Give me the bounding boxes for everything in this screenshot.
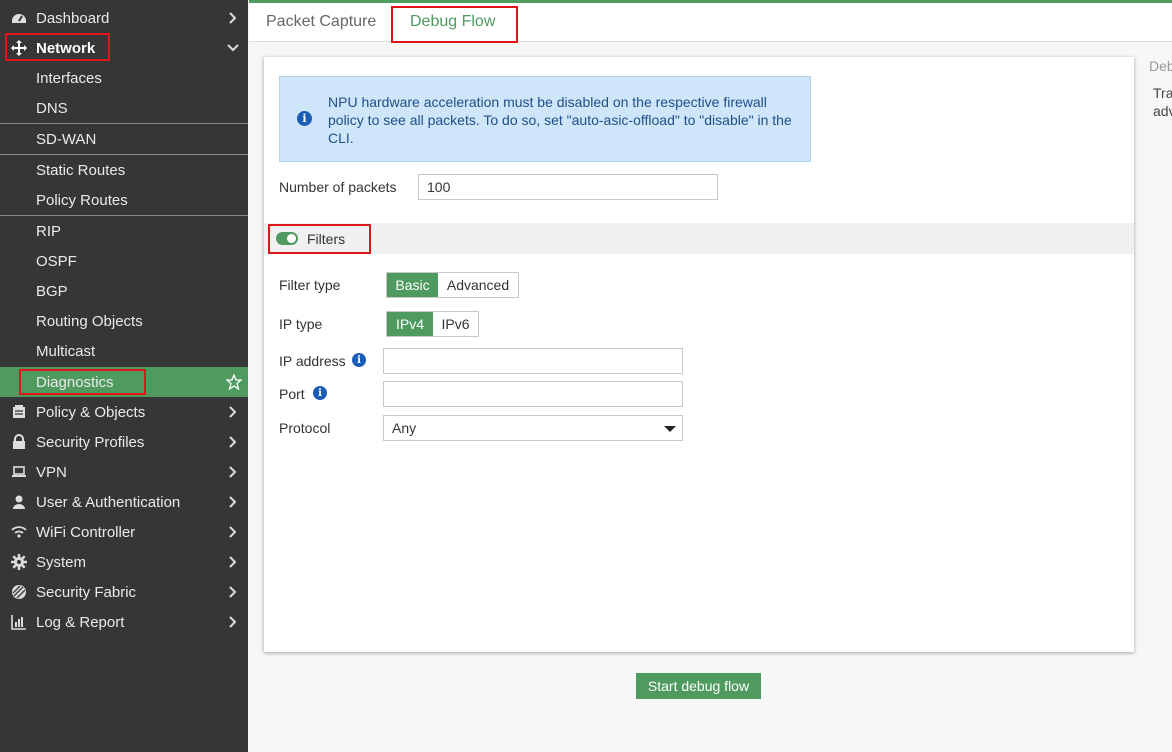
- tab-bar: Packet Capture Debug Flow: [249, 3, 1172, 42]
- filter-type-label: Filter type: [279, 277, 341, 293]
- nav-system-label: System: [36, 553, 87, 571]
- nav-dns-label: DNS: [36, 99, 68, 117]
- info-icon[interactable]: i: [313, 386, 327, 400]
- nav-user-authentication-label: User & Authentication: [36, 493, 181, 511]
- nav-sdwan[interactable]: SD-WAN: [0, 124, 248, 154]
- port-label: Port: [279, 386, 305, 402]
- filters-label: Filters: [307, 231, 346, 247]
- nav-log-report[interactable]: Log & Report: [0, 607, 248, 637]
- nav-dashboard[interactable]: Dashboard: [0, 3, 248, 33]
- chevron-right-icon: [229, 586, 237, 598]
- chevron-right-icon: [229, 12, 237, 24]
- number-of-packets-input[interactable]: 100: [418, 174, 718, 200]
- nav-diagnostics-label: Diagnostics: [36, 373, 114, 391]
- wifi-icon: [10, 523, 28, 541]
- nav-security-fabric-label: Security Fabric: [36, 583, 137, 601]
- nav-security-profiles[interactable]: Security Profiles: [0, 427, 248, 457]
- tab-debug-flow[interactable]: Debug Flow: [410, 3, 495, 41]
- chevron-right-icon: [229, 556, 237, 568]
- nav-sdwan-label: SD-WAN: [36, 130, 97, 148]
- start-debug-flow-button[interactable]: Start debug flow: [636, 673, 761, 699]
- nav-static-routes-label: Static Routes: [36, 161, 126, 179]
- nav-interfaces[interactable]: Interfaces: [0, 63, 248, 93]
- number-of-packets-label: Number of packets: [279, 179, 397, 195]
- port-input[interactable]: [383, 381, 683, 407]
- info-message-text: NPU hardware acceleration must be disabl…: [328, 94, 792, 146]
- chevron-right-icon: [229, 466, 237, 478]
- nav-routing-objects-label: Routing Objects: [36, 312, 143, 330]
- nav-log-report-label: Log & Report: [36, 613, 125, 631]
- nav-static-routes[interactable]: Static Routes: [0, 155, 248, 185]
- policy-icon: [10, 403, 28, 421]
- network-icon: [10, 39, 28, 57]
- nav-user-authentication[interactable]: User & Authentication: [0, 487, 248, 517]
- laptop-icon: [10, 463, 28, 481]
- debug-flow-panel: i NPU hardware acceleration must be disa…: [264, 57, 1134, 652]
- nav-dashboard-label: Dashboard: [36, 9, 110, 27]
- star-icon[interactable]: [226, 374, 242, 390]
- nav-multicast[interactable]: Multicast: [0, 336, 248, 366]
- ip-type-ipv4[interactable]: IPv4: [387, 312, 433, 336]
- nav-security-fabric[interactable]: Security Fabric: [0, 577, 248, 607]
- ip-type-label: IP type: [279, 316, 323, 332]
- filters-toggle[interactable]: [276, 232, 298, 245]
- dropdown-caret-icon: [664, 426, 676, 432]
- info-message-box: i NPU hardware acceleration must be disa…: [279, 76, 811, 162]
- nav-vpn[interactable]: VPN: [0, 457, 248, 487]
- sidebar: Dashboard Network Interfaces DNS SD-WAN …: [0, 0, 248, 752]
- filters-bar: Filters: [264, 223, 1134, 254]
- nav-vpn-label: VPN: [36, 463, 67, 481]
- chevron-right-icon: [229, 526, 237, 538]
- chevron-right-icon: [229, 616, 237, 628]
- lock-icon: [10, 433, 28, 451]
- info-icon[interactable]: i: [352, 353, 366, 367]
- right-panel-line: Tra: [1153, 85, 1172, 101]
- nav-rip[interactable]: RIP: [0, 216, 248, 246]
- nav-routing-objects[interactable]: Routing Objects: [0, 306, 248, 336]
- info-icon: i: [297, 111, 312, 126]
- nav-dns[interactable]: DNS: [0, 93, 248, 123]
- ip-type-selector: IPv4 IPv6: [386, 311, 479, 337]
- tab-packet-capture[interactable]: Packet Capture: [266, 3, 376, 41]
- nav-system[interactable]: System: [0, 547, 248, 577]
- right-panel-title: Deb: [1149, 58, 1172, 74]
- filter-type-basic[interactable]: Basic: [387, 273, 438, 297]
- protocol-select[interactable]: Any: [383, 415, 683, 441]
- nav-diagnostics[interactable]: Diagnostics: [0, 367, 248, 397]
- nav-wifi-controller-label: WiFi Controller: [36, 523, 136, 541]
- chevron-right-icon: [229, 406, 237, 418]
- chevron-down-icon: [227, 44, 239, 52]
- nav-multicast-label: Multicast: [36, 342, 96, 360]
- filter-type-advanced[interactable]: Advanced: [438, 273, 518, 297]
- nav-ospf[interactable]: OSPF: [0, 246, 248, 276]
- ip-address-input[interactable]: [383, 348, 683, 374]
- nav-policy-routes-label: Policy Routes: [36, 191, 128, 209]
- nav-interfaces-label: Interfaces: [36, 69, 102, 87]
- gear-icon: [10, 553, 28, 571]
- nav-ospf-label: OSPF: [36, 252, 77, 270]
- nav-security-profiles-label: Security Profiles: [36, 433, 145, 451]
- nav-policy-routes[interactable]: Policy Routes: [0, 185, 248, 215]
- fabric-icon: [10, 583, 28, 601]
- protocol-select-value: Any: [392, 420, 417, 436]
- protocol-label: Protocol: [279, 420, 331, 436]
- dashboard-icon: [10, 9, 28, 27]
- ip-address-label: IP address: [279, 353, 346, 369]
- ip-type-ipv6[interactable]: IPv6: [433, 312, 478, 336]
- nav-policy-objects-label: Policy & Objects: [36, 403, 146, 421]
- chart-icon: [10, 613, 28, 631]
- filter-type-selector: Basic Advanced: [386, 272, 519, 298]
- user-icon: [10, 493, 28, 511]
- nav-policy-objects[interactable]: Policy & Objects: [0, 397, 248, 427]
- nav-bgp[interactable]: BGP: [0, 276, 248, 306]
- nav-wifi-controller[interactable]: WiFi Controller: [0, 517, 248, 547]
- nav-rip-label: RIP: [36, 222, 62, 240]
- nav-bgp-label: BGP: [36, 282, 68, 300]
- chevron-right-icon: [229, 436, 237, 448]
- nav-network-label: Network: [36, 39, 96, 57]
- right-panel-text: Tra adv: [1153, 84, 1172, 120]
- nav-network[interactable]: Network: [0, 33, 248, 63]
- chevron-right-icon: [229, 496, 237, 508]
- right-panel-line: adv: [1153, 103, 1172, 119]
